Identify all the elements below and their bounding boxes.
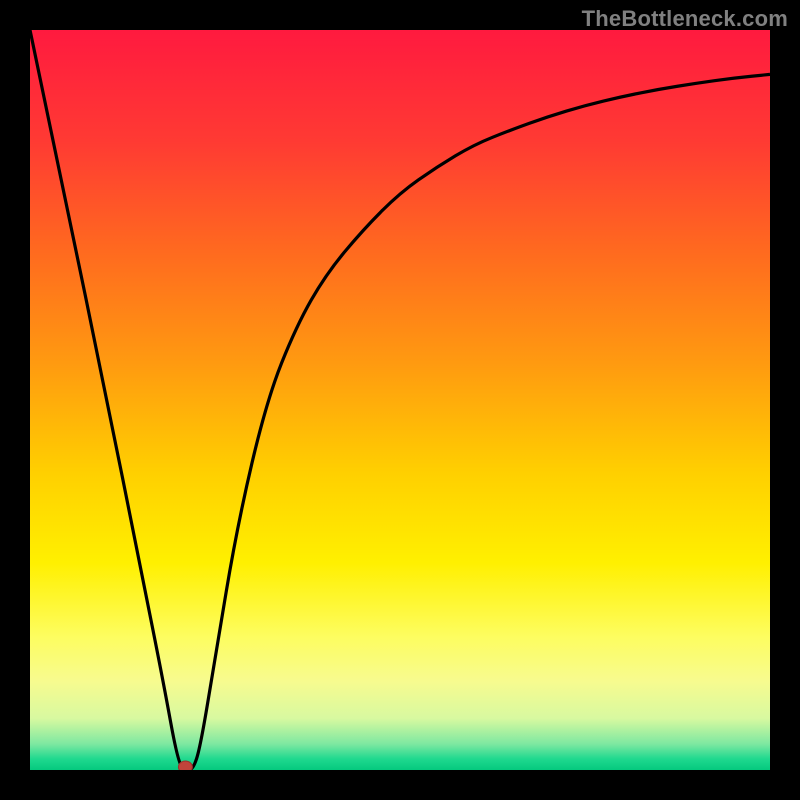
watermark-text: TheBottleneck.com [582, 6, 788, 32]
plot-area [30, 30, 770, 770]
chart-frame: TheBottleneck.com [0, 0, 800, 800]
heat-gradient-background [30, 30, 770, 770]
minimum-point-marker [178, 761, 192, 770]
plot-svg [30, 30, 770, 770]
